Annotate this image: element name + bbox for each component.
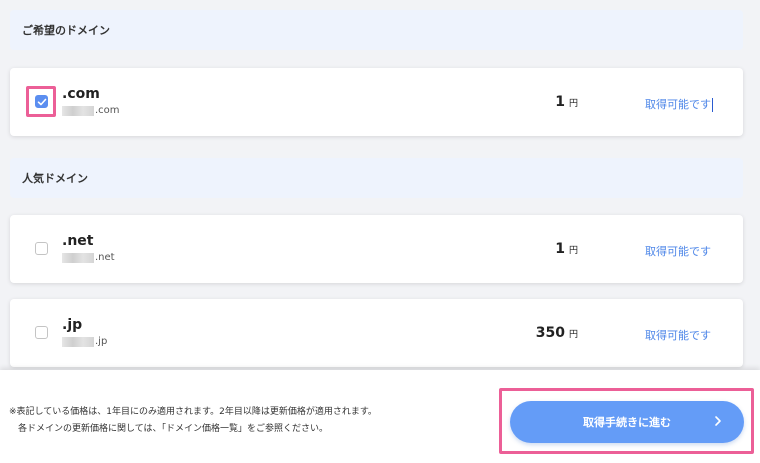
price-value: 1 — [555, 94, 565, 110]
domain-full-name: .jp — [62, 336, 107, 347]
price-note: ※表記している価格は、1年目にのみ適用されます。2年目以降は更新価格が適用されま… — [9, 404, 377, 438]
availability-status: 取得可能です — [645, 96, 713, 112]
domain-row-com: .com .com 1円 取得可能です — [10, 68, 743, 136]
availability-status: 取得可能です — [645, 245, 711, 258]
domain-checkbox-jp[interactable] — [35, 326, 48, 339]
price-note-line-1: ※表記している価格は、1年目にのみ適用されます。2年目以降は更新価格が適用されま… — [9, 407, 377, 417]
domain-tld: .com — [62, 86, 100, 102]
chevron-right-icon — [715, 416, 721, 426]
domain-tld: .jp — [62, 317, 83, 333]
domain-tld: .net — [62, 233, 94, 249]
availability-text: 取得可能です — [645, 98, 711, 111]
domain-suffix: .net — [95, 252, 115, 263]
price-unit: 円 — [568, 99, 578, 109]
domain-suffix: .com — [95, 105, 120, 116]
domain-checkbox-net[interactable] — [35, 242, 48, 255]
redacted-domain-name — [62, 252, 94, 263]
section-title: ご希望のドメイン — [22, 24, 110, 37]
price-value: 350 — [535, 325, 565, 341]
domain-full-name: .com — [62, 105, 120, 116]
price-note-line-2: 各ドメインの更新価格に関しては、「ドメイン価格一覧」をご参照ください。 — [18, 424, 329, 434]
domain-suffix: .jp — [95, 336, 108, 347]
proceed-button-label: 取得手続きに進む — [583, 417, 671, 429]
availability-status: 取得可能です — [645, 329, 711, 342]
domain-price: 1円 — [555, 94, 578, 110]
section-header-desired: ご希望のドメイン — [10, 10, 743, 50]
price-unit: 円 — [568, 246, 578, 256]
text-cursor — [712, 98, 713, 112]
domain-price: 1円 — [555, 241, 578, 257]
domain-row-jp: .jp .jp 350 円 取得可能です — [10, 299, 743, 367]
checkbox-highlight — [26, 86, 56, 117]
price-unit: 円 — [568, 330, 578, 340]
redacted-domain-name — [62, 105, 94, 116]
redacted-domain-name — [62, 336, 94, 347]
section-header-popular: 人気ドメイン — [10, 158, 743, 198]
footer-bar: ※表記している価格は、1年目にのみ適用されます。2年目以降は更新価格が適用されま… — [0, 370, 760, 463]
price-value: 1 — [555, 241, 565, 257]
domain-price: 350 円 — [536, 325, 578, 341]
section-title: 人気ドメイン — [22, 172, 88, 185]
proceed-button[interactable]: 取得手続きに進む — [510, 401, 744, 443]
domain-row-net: .net .net 1円 取得可能です — [10, 215, 743, 283]
domain-full-name: .net — [62, 252, 115, 263]
